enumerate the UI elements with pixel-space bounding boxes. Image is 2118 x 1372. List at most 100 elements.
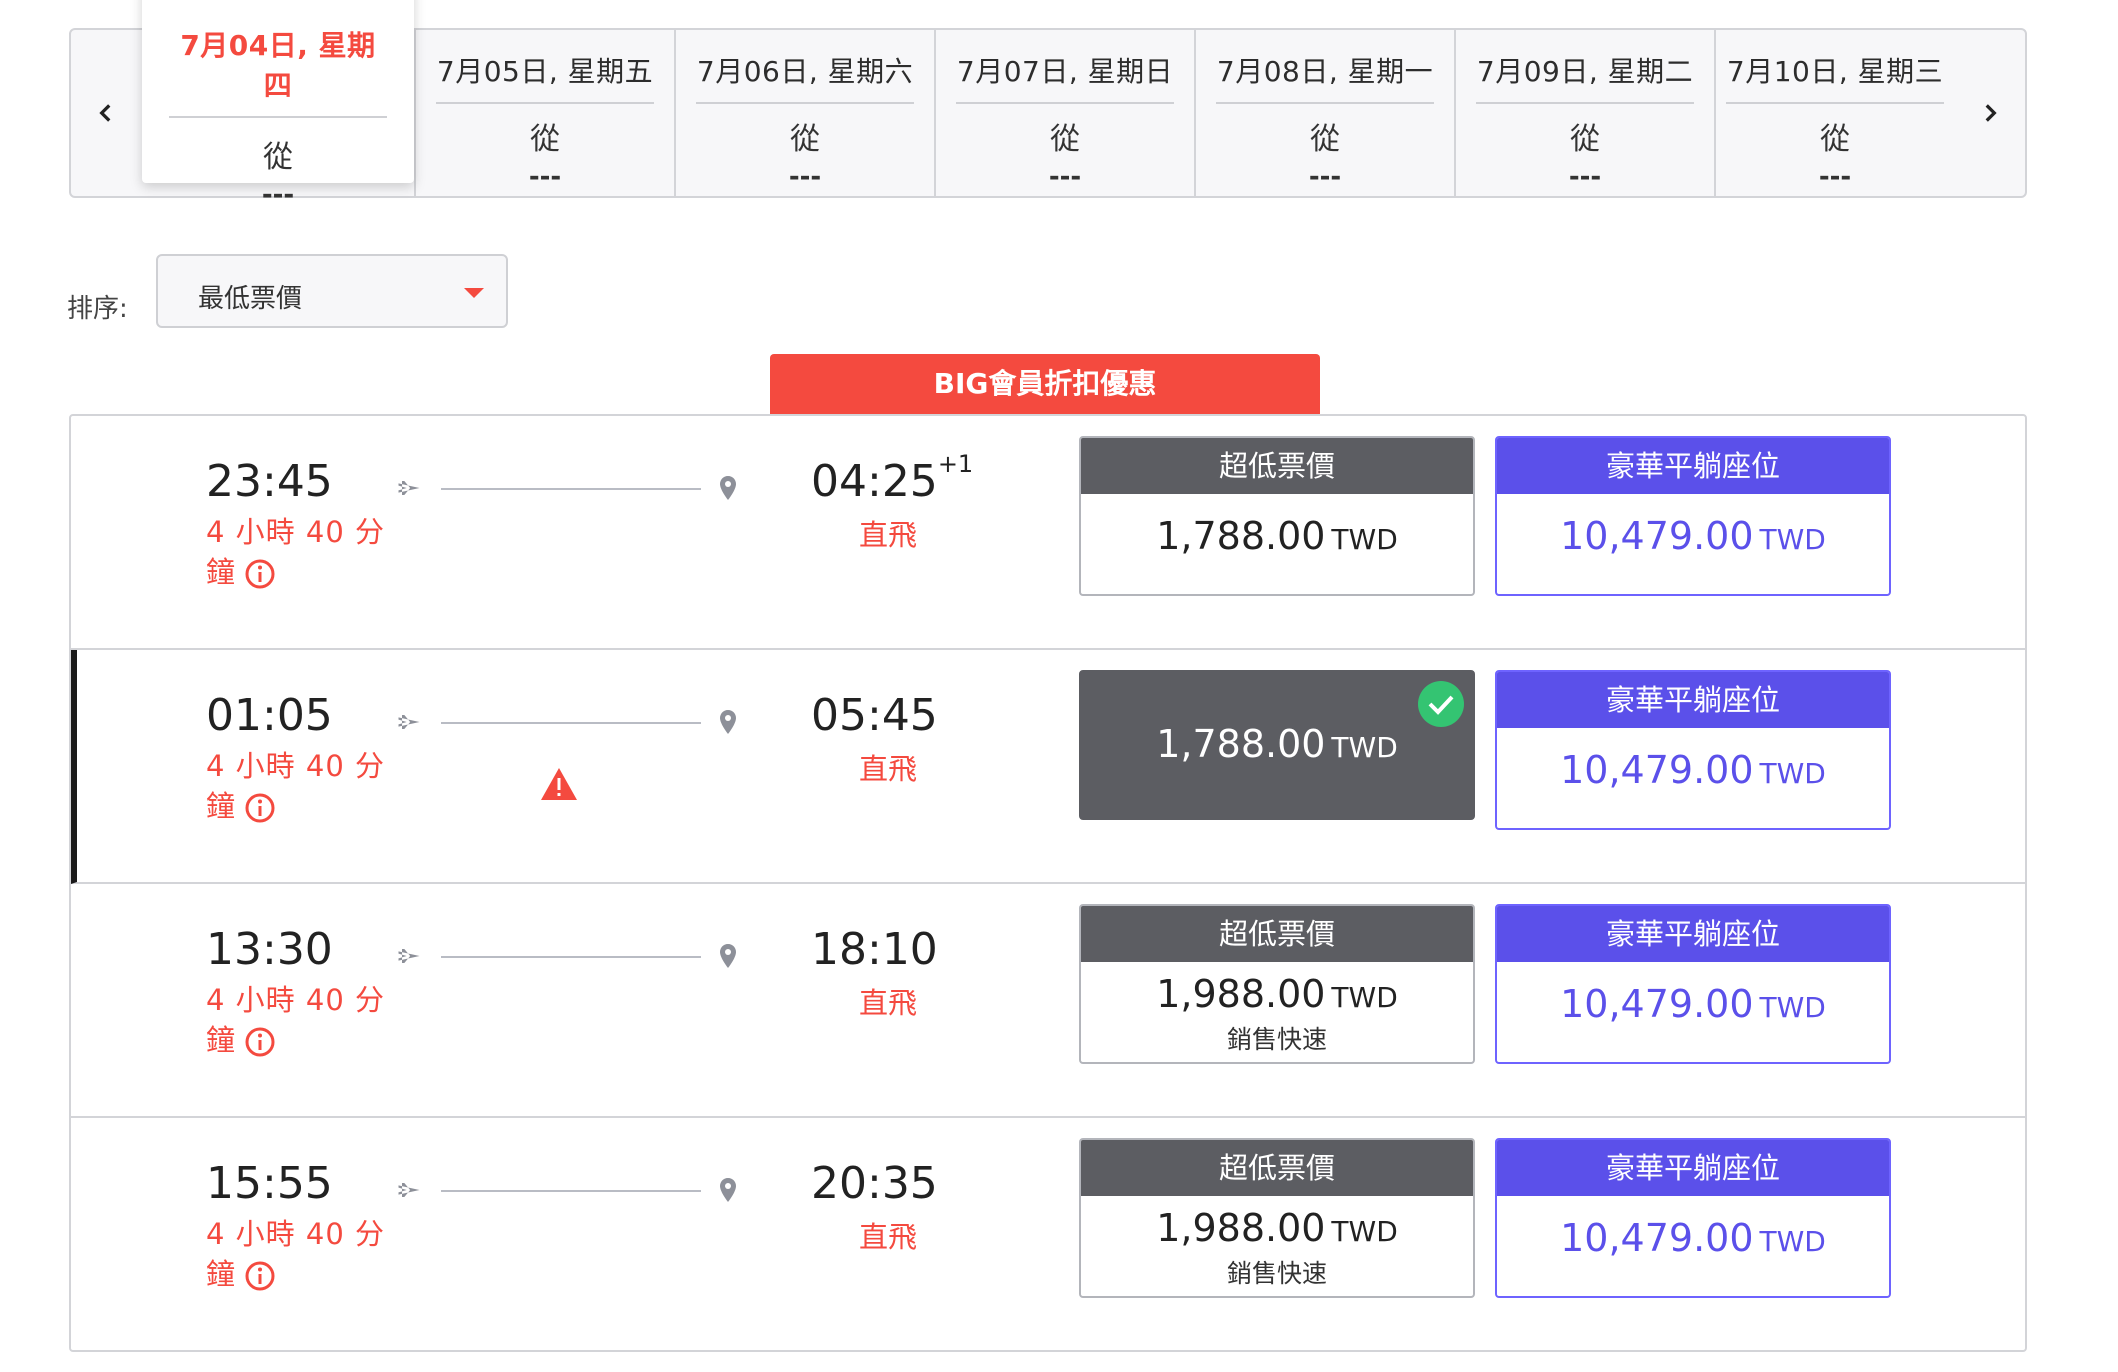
- arrival-time-text: 04:25: [811, 456, 938, 507]
- low-fare-price: 1,988.00 TWD: [1081, 1206, 1473, 1250]
- flight-row-selected: 01:05 4 小時 40 分鐘 05:45 直飛 1,788.00 TWD 豪華…: [71, 650, 2025, 884]
- premium-fare-title: 豪華平躺座位: [1497, 438, 1889, 494]
- premium-fare-option[interactable]: 豪華平躺座位 10,479.00 TWD: [1495, 1138, 1891, 1298]
- premium-fare-option[interactable]: 豪華平躺座位 10,479.00 TWD: [1495, 904, 1891, 1064]
- date-tab-from: 從: [1570, 122, 1600, 157]
- sort-label: 排序:: [67, 294, 128, 324]
- date-tab[interactable]: 7月05日, 星期五 從 ---: [414, 30, 674, 196]
- route-divider: [441, 1190, 701, 1192]
- departure-time: 13:30: [206, 924, 333, 975]
- next-dates-button[interactable]: [1955, 30, 2025, 196]
- arrival-time: 04:25+1: [811, 450, 973, 507]
- plane-icon: [398, 481, 420, 495]
- prev-dates-button[interactable]: [71, 30, 141, 196]
- date-tab-label: 7月06日, 星期六: [696, 50, 914, 104]
- sort-dropdown[interactable]: 最低票價: [156, 254, 508, 328]
- low-fare-currency: TWD: [1331, 523, 1398, 556]
- departure-time: 23:45: [206, 456, 333, 507]
- flight-duration: 4 小時 40 分鐘: [206, 512, 386, 592]
- low-fare-currency: TWD: [1331, 731, 1398, 764]
- premium-fare-currency: TWD: [1759, 991, 1826, 1024]
- date-tab-label: 7月09日, 星期二: [1476, 50, 1694, 104]
- direct-label: 直飛: [859, 1220, 918, 1254]
- duration-text: 4 小時 40 分鐘: [206, 749, 386, 823]
- flight-list: 23:45 4 小時 40 分鐘 04:25+1 直飛 超低票價 1,788.0…: [69, 414, 2027, 1352]
- date-tab-from: 從: [1820, 122, 1850, 157]
- low-fare-amount: 1,788.00: [1156, 722, 1326, 766]
- premium-fare-price: 10,479.00 TWD: [1497, 514, 1889, 558]
- date-tab-from: 從: [790, 122, 820, 157]
- date-tab[interactable]: 7月10日, 星期三 從 ---: [1714, 30, 1954, 196]
- date-tab[interactable]: 7月08日, 星期一 從 ---: [1194, 30, 1454, 196]
- flight-duration: 4 小時 40 分鐘: [206, 980, 386, 1060]
- premium-fare-amount: 10,479.00: [1560, 514, 1754, 558]
- premium-fare-amount: 10,479.00: [1560, 982, 1754, 1026]
- plane-icon: [398, 1183, 420, 1197]
- date-tab[interactable]: 7月06日, 星期六 從 ---: [674, 30, 934, 196]
- arrival-time: 18:10: [811, 924, 938, 975]
- low-fare-amount: 1,988.00: [1156, 972, 1326, 1016]
- low-fare-option[interactable]: 超低票價 1,788.00 TWD: [1079, 436, 1475, 596]
- premium-fare-option[interactable]: 豪華平躺座位 10,479.00 TWD: [1495, 670, 1891, 830]
- departure-time: 01:05: [206, 690, 333, 741]
- info-icon[interactable]: [244, 1026, 276, 1058]
- caret-down-icon: [464, 288, 484, 298]
- low-fare-title: 超低票價: [1081, 1140, 1473, 1196]
- premium-fare-amount: 10,479.00: [1560, 1216, 1754, 1260]
- duration-text: 4 小時 40 分鐘: [206, 515, 386, 589]
- arrival-time-text: 05:45: [811, 690, 938, 741]
- route-line: [395, 1176, 815, 1206]
- info-icon[interactable]: [244, 792, 276, 824]
- date-tab-price: ---: [528, 162, 562, 192]
- route-line: [395, 474, 815, 504]
- low-fare-price: 1,988.00 TWD: [1081, 972, 1473, 1016]
- route-divider: [441, 488, 701, 490]
- date-tab-active[interactable]: 7月04日, 星期四 從 ---: [142, 0, 414, 210]
- location-pin-icon: [720, 1178, 736, 1202]
- premium-fare-price: 10,479.00 TWD: [1497, 1216, 1889, 1260]
- location-pin-icon: [720, 710, 736, 734]
- chevron-right-icon: [1985, 104, 1997, 122]
- premium-fare-title: 豪華平躺座位: [1497, 672, 1889, 728]
- date-tab[interactable]: 7月07日, 星期日 從 ---: [934, 30, 1194, 196]
- plane-icon: [398, 715, 420, 729]
- date-tab-from: 從: [1310, 122, 1340, 157]
- flight-row: 15:55 4 小時 40 分鐘 20:35 直飛 超低票價 1,988.00 T…: [71, 1118, 2025, 1352]
- low-fare-option-selected[interactable]: 1,788.00 TWD: [1079, 670, 1475, 820]
- low-fare-option[interactable]: 超低票價 1,988.00 TWD 銷售快速: [1079, 1138, 1475, 1298]
- sort-selected-value: 最低票價: [198, 284, 303, 314]
- date-tab-price: ---: [788, 162, 822, 192]
- warning-icon[interactable]: [539, 766, 579, 802]
- date-tab-price: ---: [261, 180, 295, 210]
- premium-fare-currency: TWD: [1759, 1225, 1826, 1258]
- info-icon[interactable]: [244, 1260, 276, 1292]
- direct-label: 直飛: [859, 986, 918, 1020]
- date-tab-price: ---: [1818, 162, 1852, 192]
- date-tab[interactable]: 7月09日, 星期二 從 ---: [1454, 30, 1714, 196]
- route-divider: [441, 956, 701, 958]
- chevron-left-icon: [99, 104, 111, 122]
- arrival-time: 05:45: [811, 690, 938, 741]
- date-tab-label: 7月07日, 星期日: [956, 50, 1174, 104]
- premium-fare-price: 10,479.00 TWD: [1497, 982, 1889, 1026]
- low-fare-option[interactable]: 超低票價 1,988.00 TWD 銷售快速: [1079, 904, 1475, 1064]
- duration-text: 4 小時 40 分鐘: [206, 1217, 386, 1291]
- direct-label: 直飛: [859, 752, 918, 786]
- date-tab-label: 7月08日, 星期一: [1216, 50, 1434, 104]
- low-fare-title: 超低票價: [1081, 438, 1473, 494]
- info-icon[interactable]: [244, 558, 276, 590]
- route-line: [395, 708, 815, 738]
- low-fare-currency: TWD: [1331, 1215, 1398, 1248]
- route-divider: [441, 722, 701, 724]
- date-tab-label: 7月04日, 星期四: [169, 24, 387, 118]
- date-tab-label: 7月10日, 星期三: [1726, 50, 1944, 104]
- flight-row: 23:45 4 小時 40 分鐘 04:25+1 直飛 超低票價 1,788.0…: [71, 416, 2025, 650]
- arrival-time-text: 18:10: [811, 924, 938, 975]
- low-fare-amount: 1,988.00: [1156, 1206, 1326, 1250]
- location-pin-icon: [720, 944, 736, 968]
- premium-fare-title: 豪華平躺座位: [1497, 1140, 1889, 1196]
- plane-icon: [398, 949, 420, 963]
- premium-fare-option[interactable]: 豪華平躺座位 10,479.00 TWD: [1495, 436, 1891, 596]
- date-tab-price: ---: [1568, 162, 1602, 192]
- next-day-marker: +1: [937, 450, 974, 478]
